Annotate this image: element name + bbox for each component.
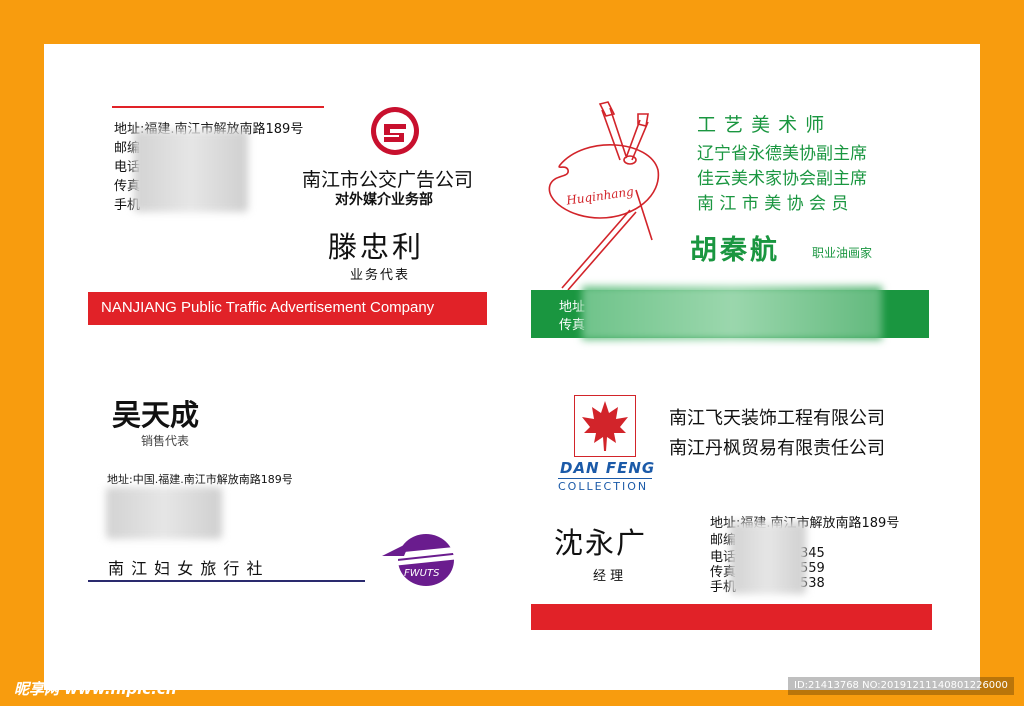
top-rule — [112, 106, 324, 108]
travel-logo-icon: FWUTS — [382, 534, 464, 586]
logo-divider — [558, 478, 652, 479]
red-bottom-bar — [531, 604, 932, 630]
contact-blur — [730, 522, 806, 594]
department-name: 对外媒介业务部 — [335, 192, 433, 208]
logo-title: DAN FENG — [560, 459, 656, 477]
maple-leaf-icon — [582, 401, 628, 451]
artist-role: 职业油画家 — [812, 246, 873, 260]
logo-subtitle: COLLECTION — [558, 480, 649, 493]
banner-text: NANJIANG Public Traffic Advertisement Co… — [101, 299, 435, 316]
company-name-1: 南江飞天装饰工程有限公司 — [669, 408, 885, 429]
artist-title-1: 工 艺 美 术 师 — [697, 114, 826, 136]
artist-name: 胡秦航 — [690, 235, 780, 266]
person-title: 业务代表 — [350, 268, 411, 283]
artist-title-4: 南 江 市 美 协 会 员 — [697, 194, 849, 214]
id-watermark: ID:21413768 NO:20191211140801226000 — [794, 680, 1008, 691]
company-name: 南 江 妇 女 旅 行 社 — [108, 559, 264, 578]
palette-brush-icon: Huqinhang — [548, 101, 660, 290]
palette-signature: Huqinhang — [565, 184, 635, 207]
contact-blur — [134, 130, 248, 212]
artist-title-3: 佳云美术家协会副主席 — [697, 169, 867, 189]
gj-logo-icon — [371, 107, 419, 155]
company-name: 南江市公交广告公司 — [302, 169, 474, 191]
bottom-rule — [88, 580, 365, 582]
site-watermark: 昵享网 www.nipic.cn — [14, 680, 177, 698]
company-name-2: 南江丹枫贸易有限责任公司 — [669, 438, 885, 459]
artist-title-2: 辽宁省永德美协副主席 — [697, 144, 867, 164]
person-title: 经 理 — [593, 569, 624, 584]
contact-blur — [106, 487, 222, 539]
address-line: 地址:中国.福建.南江市解放南路189号 — [107, 473, 293, 486]
person-name: 滕忠利 — [328, 230, 425, 264]
person-title: 销售代表 — [141, 434, 190, 448]
person-name: 吴天成 — [112, 398, 200, 432]
green-bar-blur — [582, 286, 882, 340]
person-name: 沈永广 — [554, 526, 648, 560]
travel-logo-text: FWUTS — [404, 568, 440, 579]
